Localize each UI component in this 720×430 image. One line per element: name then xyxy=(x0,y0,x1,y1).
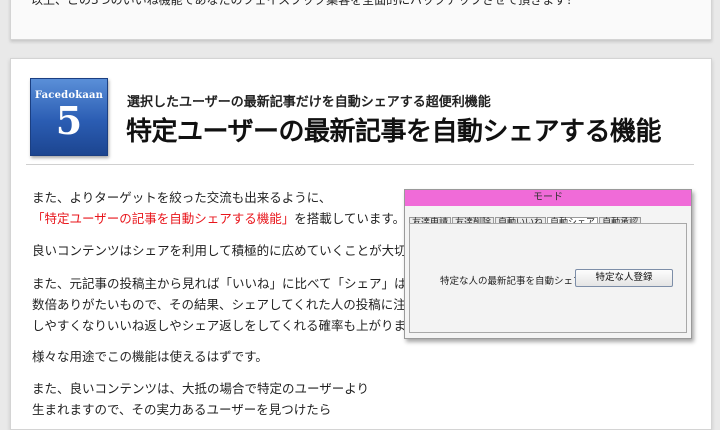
panel-label: 特定な人の最新記事を自動シェア xyxy=(440,276,583,287)
paragraph-3-line-1: また、元記事の投稿主から見れば「いいね」に比べて「シェア」は xyxy=(32,276,407,291)
highlight-text: 「特定ユーザーの記事を自動シェアする機能」 xyxy=(32,211,295,226)
paragraph-2: 良いコンテンツはシェアを利用して積極的に広めていくことが大切です。 xyxy=(32,243,443,258)
paragraph-1: また、よりターゲットを絞った交流も出来るように、 「特定ユーザーの記事を自動シェ… xyxy=(32,187,405,229)
paragraph-5-line-1: また、良いコンテンツは、大抵の場合で特定のユーザーより xyxy=(32,381,370,396)
paragraph-5: また、良いコンテンツは、大抵の場合で特定のユーザーより 生まれますので、その実力… xyxy=(32,378,369,420)
paragraph-3-line-3: しやすくなりいいね返しやシェア返しをしてくれる確率も上がります。 xyxy=(32,318,430,333)
tab-panel-auto-share: 特定な人の最新記事を自動シェア 特定な人登録 xyxy=(409,223,687,333)
previous-section-text: 以上、この3つのいいね機能であなたのフェイスブック集客を全面的にバックアップさせ… xyxy=(31,0,579,7)
register-specific-user-button[interactable]: 特定な人登録 xyxy=(575,269,673,287)
paragraph-3: また、元記事の投稿主から見れば「いいね」に比べて「シェア」は 数倍ありがたいもの… xyxy=(32,273,430,336)
paragraph-1-line-2: 「特定ユーザーの記事を自動シェアする機能」を搭載しています。 xyxy=(32,208,405,229)
paragraph-1-line-1: また、よりターゲットを絞った交流も出来るように、 xyxy=(32,190,332,205)
paragraph-3-line-2: 数倍ありがたいもので、その結果、シェアしてくれた人の投稿に注目 xyxy=(32,297,419,312)
paragraph-1-tail: を搭載しています。 xyxy=(294,211,406,226)
app-tab-bar: 友達申請友達削除自動いいね自動シェア自動承認 xyxy=(409,210,642,229)
feature-number-badge: Facedokaan 5 xyxy=(30,78,108,156)
app-screenshot-window: モード 友達申請友達削除自動いいね自動シェア自動承認 特定な人の最新記事を自動シ… xyxy=(404,189,692,339)
app-title-bar: モード xyxy=(405,190,691,206)
feature-subtitle: 選択したユーザーの最新記事だけを自動シェアする超便利機能 xyxy=(127,95,491,110)
divider xyxy=(26,164,694,165)
badge-number: 5 xyxy=(55,98,83,143)
paragraph-5-line-2: 生まれますので、その実力あるユーザーを見つけたら xyxy=(32,402,332,417)
paragraph-4: 様々な用途でこの機能は使えるはずです。 xyxy=(32,349,268,364)
feature-title: 特定ユーザーの最新記事を自動シェアする機能 xyxy=(126,117,661,147)
previous-section-card: 以上、この3つのいいね機能であなたのフェイスブック集客を全面的にバックアップさせ… xyxy=(10,0,712,40)
